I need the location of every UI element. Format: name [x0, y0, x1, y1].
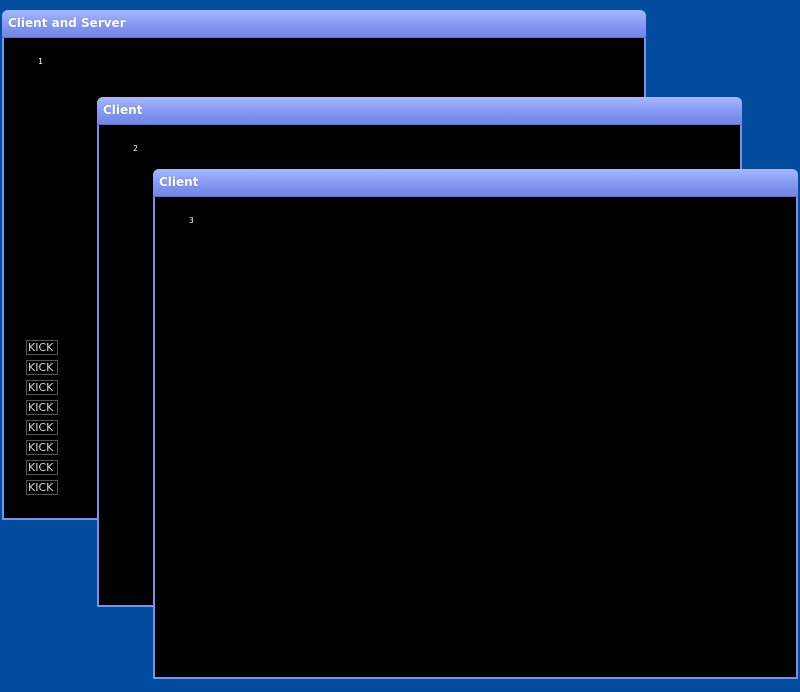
window-title: Client and Server: [8, 16, 126, 30]
window-client-3[interactable]: Client 3: [153, 169, 798, 679]
kick-button-list: KICK KICK KICK KICK KICK KICK KICK KICK: [26, 340, 58, 500]
kick-button[interactable]: KICK: [26, 360, 58, 375]
kick-button[interactable]: KICK: [26, 420, 58, 435]
window-title: Client: [159, 175, 199, 189]
window-titlebar[interactable]: Client: [153, 169, 798, 197]
kick-button[interactable]: KICK: [26, 440, 58, 455]
player-number: 3: [189, 216, 194, 225]
window-titlebar[interactable]: Client: [97, 97, 742, 125]
player-number: 2: [133, 144, 138, 153]
kick-button[interactable]: KICK: [26, 400, 58, 415]
window-titlebar[interactable]: Client and Server: [2, 10, 646, 38]
window-content-area[interactable]: 3: [155, 197, 796, 677]
kick-button[interactable]: KICK: [26, 380, 58, 395]
window-title: Client: [103, 103, 143, 117]
kick-button[interactable]: KICK: [26, 480, 58, 495]
player-number: 1: [38, 57, 43, 66]
kick-button[interactable]: KICK: [26, 340, 58, 355]
kick-button[interactable]: KICK: [26, 460, 58, 475]
